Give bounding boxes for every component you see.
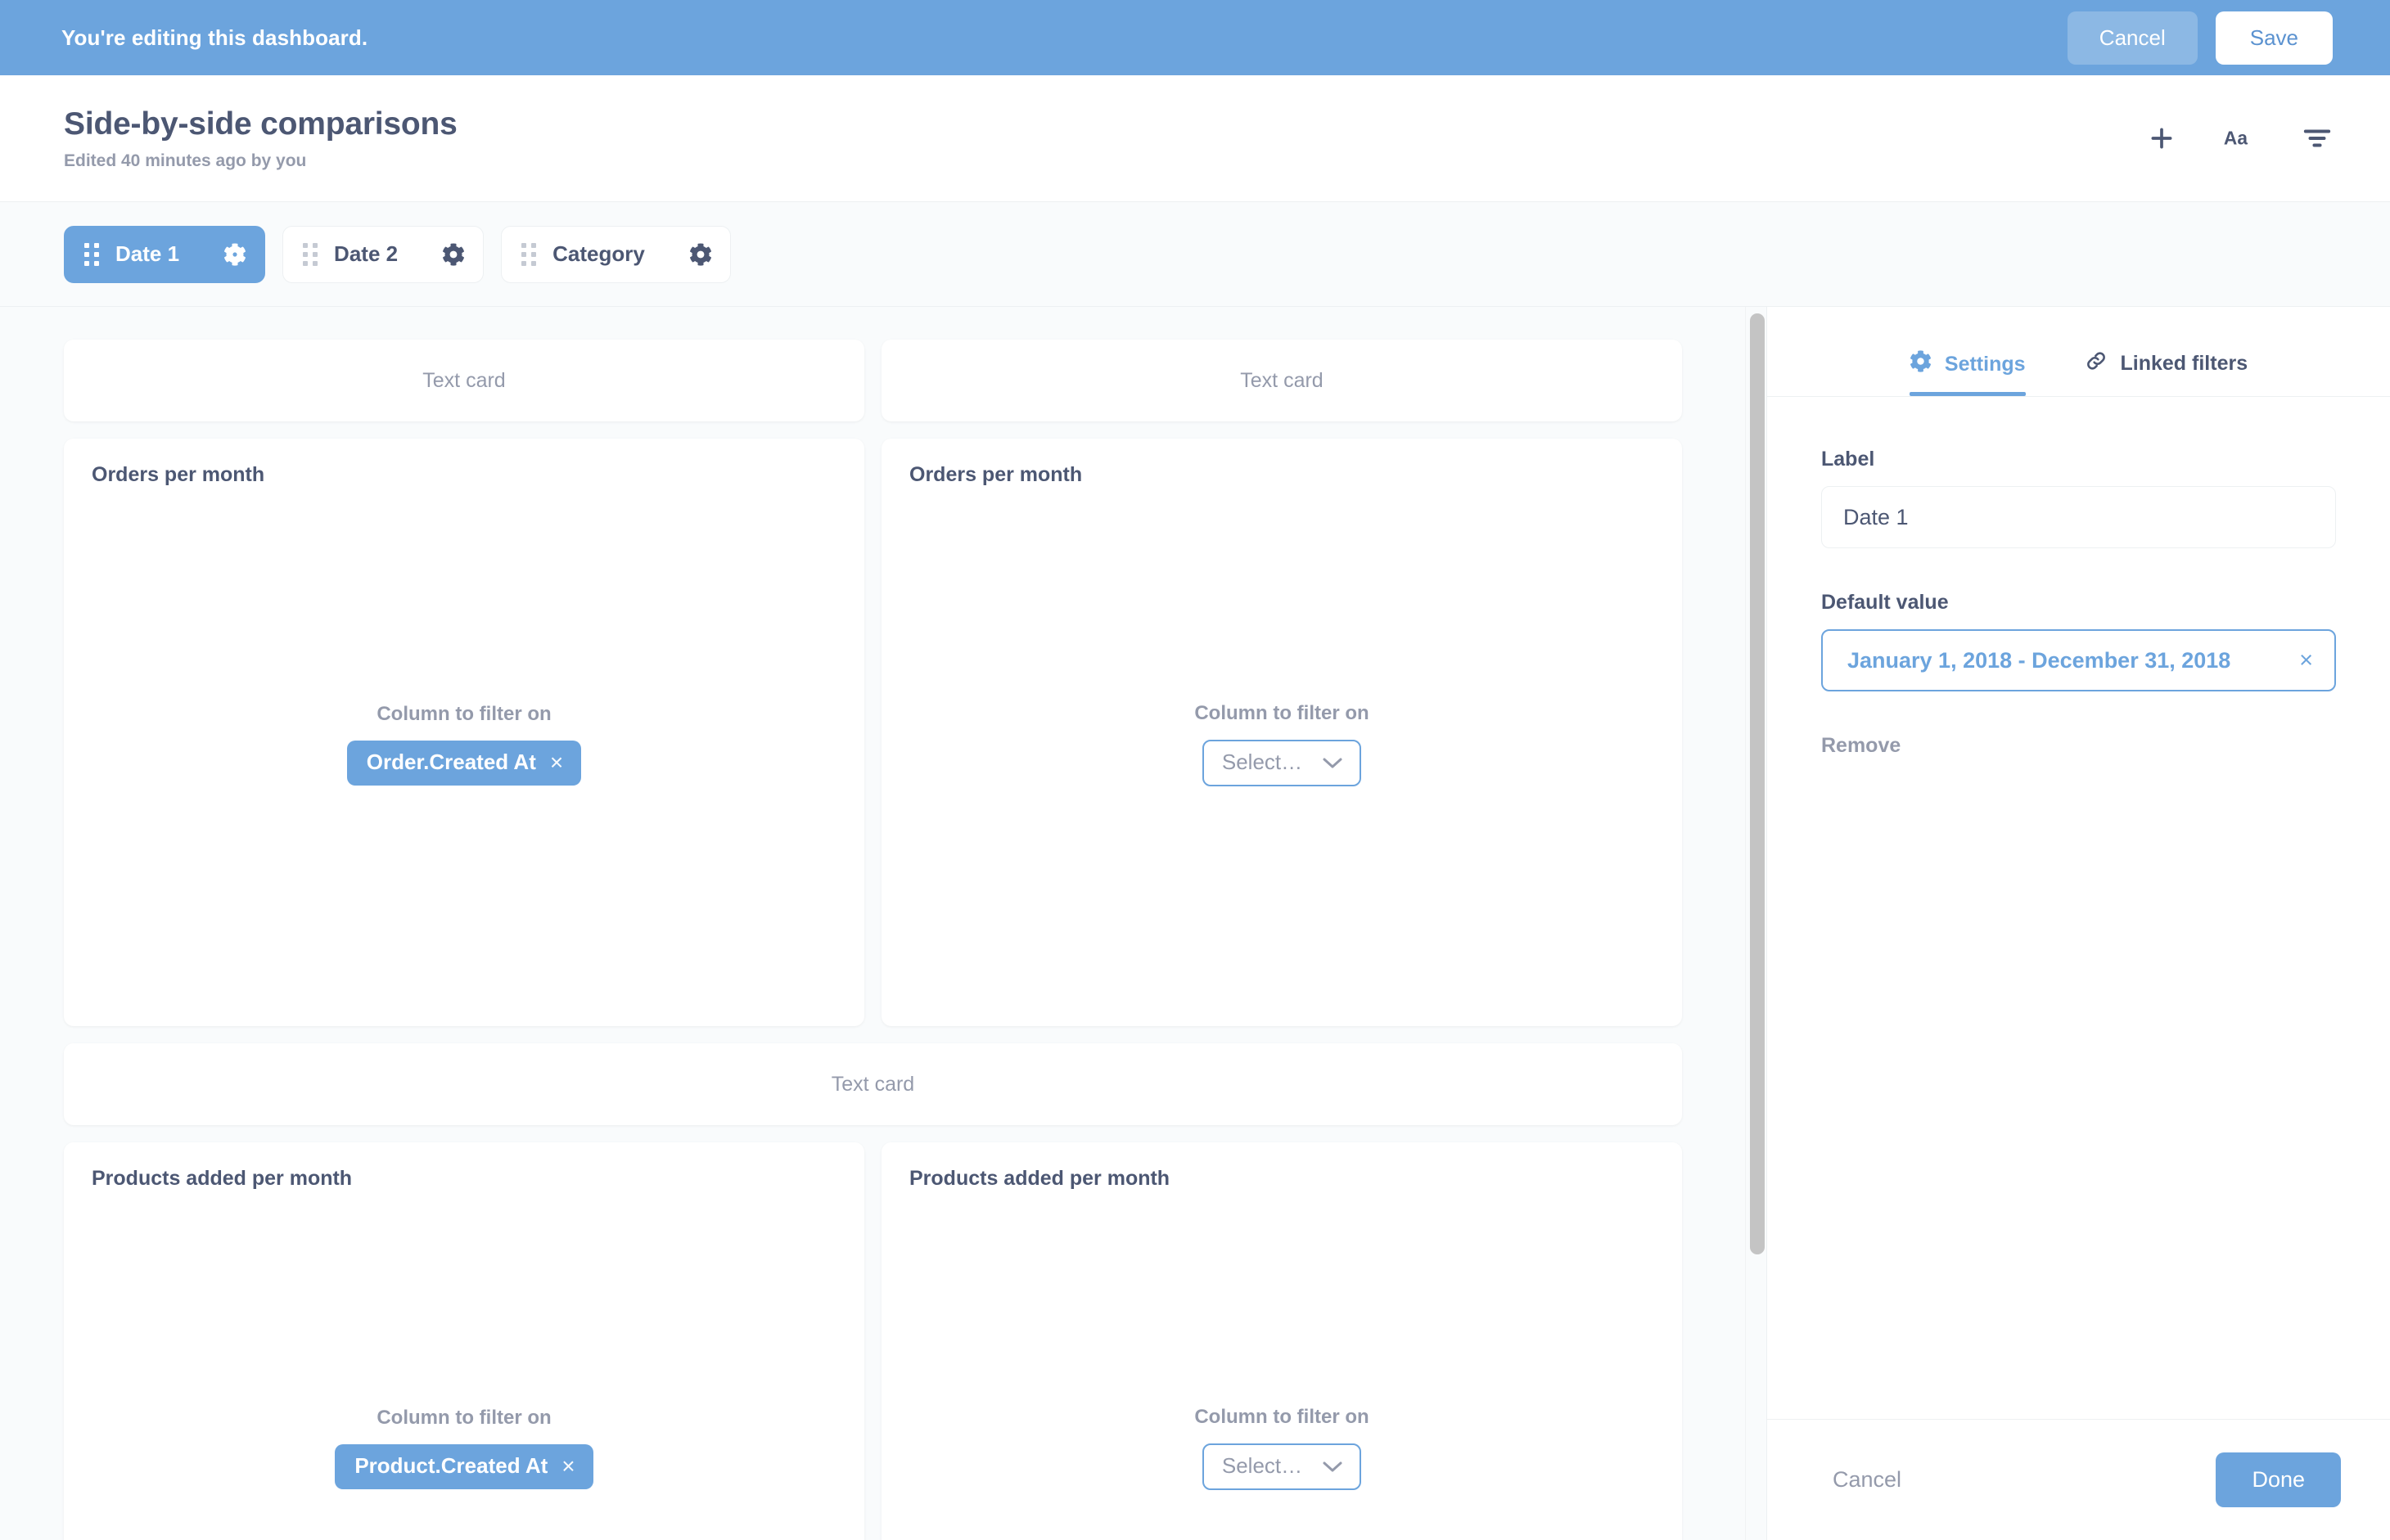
- text-card-label: Text card: [422, 368, 506, 392]
- dashboard-row: Orders per month Column to filter on Ord…: [64, 439, 1745, 1026]
- dashboard-row: Text card: [64, 1043, 1745, 1125]
- tab-label: Settings: [1944, 352, 2026, 376]
- text-card[interactable]: Text card: [64, 1043, 1682, 1125]
- link-icon: [2085, 349, 2108, 378]
- filter-pill-category[interactable]: Category: [501, 225, 731, 283]
- close-icon[interactable]: ×: [550, 750, 563, 774]
- text-card-label: Text card: [1240, 368, 1324, 392]
- default-value-picker[interactable]: January 1, 2018 - December 31, 2018 ×: [1821, 629, 2336, 691]
- column-select-placeholder: Select…: [1221, 1453, 1303, 1478]
- sidebar-cancel-button[interactable]: Cancel: [1833, 1467, 1901, 1493]
- card-filter-mapping: Column to filter on Select…: [909, 1191, 1654, 1540]
- label-input[interactable]: [1821, 486, 2336, 548]
- dashboard-row: Text card Text card: [64, 340, 1745, 421]
- filter-icon[interactable]: [2303, 128, 2331, 149]
- page-title[interactable]: Side-by-side comparisons: [64, 106, 458, 144]
- mapped-column-label: Product.Created At: [354, 1453, 548, 1478]
- filter-settings-sidebar: Settings Linked filters Label Default va…: [1766, 307, 2390, 1540]
- card-title: Orders per month: [92, 463, 265, 486]
- remove-filter-link[interactable]: Remove: [1821, 734, 1901, 758]
- card-title: Products added per month: [909, 1167, 1170, 1190]
- dashboard-card-orders-right[interactable]: Orders per month Column to filter on Sel…: [882, 439, 1682, 1026]
- canvas-scrollbar-thumb[interactable]: [1750, 313, 1765, 1254]
- column-to-filter-on-label: Column to filter on: [1194, 702, 1369, 724]
- filter-pill-date-2[interactable]: Date 2: [282, 225, 485, 283]
- card-filter-mapping: Column to filter on Product.Created At ×: [92, 1191, 836, 1540]
- card-title: Products added per month: [92, 1167, 353, 1190]
- gear-icon[interactable]: [196, 242, 246, 266]
- card-filter-mapping: Column to filter on Select…: [909, 487, 1654, 1002]
- card-filter-mapping: Column to filter on Order.Created At ×: [92, 487, 836, 1002]
- dashboard-header-actions: Aa: [2148, 124, 2331, 152]
- column-to-filter-on-label: Column to filter on: [377, 1407, 552, 1429]
- sidebar-settings-body: Label Default value January 1, 2018 - De…: [1767, 397, 2390, 1419]
- filter-pill-label: Date 2: [334, 241, 399, 266]
- tab-linked-filters[interactable]: Linked filters: [2085, 349, 2248, 396]
- filter-pill-date-1[interactable]: Date 1: [64, 225, 266, 283]
- clear-default-value-icon[interactable]: ×: [2299, 648, 2313, 673]
- text-card[interactable]: Text card: [882, 340, 1682, 421]
- dashboard-header: Side-by-side comparisons Edited 40 minut…: [0, 75, 2390, 202]
- mapped-column-label: Order.Created At: [366, 750, 536, 774]
- column-select-dropdown[interactable]: Select…: [1202, 740, 1362, 786]
- canvas-scrollbar[interactable]: [1745, 307, 1766, 1540]
- text-card-label: Text card: [831, 1072, 915, 1096]
- default-value-field-label: Default value: [1821, 591, 1949, 614]
- card-title: Orders per month: [909, 463, 1083, 486]
- sidebar-tabs: Settings Linked filters: [1767, 307, 2390, 397]
- drag-handle-icon[interactable]: [521, 242, 537, 266]
- save-dashboard-button[interactable]: Save: [2215, 11, 2333, 65]
- tab-label: Linked filters: [2120, 352, 2248, 375]
- dashboard-body: Text card Text card Orders per month Col…: [0, 307, 2390, 1540]
- edit-mode-banner: You're editing this dashboard. Cancel Sa…: [0, 0, 2390, 75]
- sidebar-done-button[interactable]: Done: [2216, 1452, 2341, 1507]
- dashboard-card-orders-left[interactable]: Orders per month Column to filter on Ord…: [64, 439, 864, 1026]
- dashboard-card-products-right[interactable]: Products added per month Column to filte…: [882, 1142, 1682, 1540]
- sidebar-footer: Cancel Done: [1767, 1419, 2390, 1540]
- text-card-icon[interactable]: Aa: [2223, 126, 2256, 151]
- column-select-dropdown[interactable]: Select…: [1202, 1443, 1362, 1490]
- filter-bar: Date 1 Date 2 Category: [0, 202, 2390, 307]
- column-to-filter-on-label: Column to filter on: [377, 703, 552, 725]
- gear-icon: [1910, 350, 1932, 378]
- close-icon[interactable]: ×: [561, 1454, 575, 1478]
- mapped-column-pill[interactable]: Order.Created At ×: [346, 741, 582, 786]
- default-value-text: January 1, 2018 - December 31, 2018: [1847, 647, 2231, 673]
- gear-icon[interactable]: [414, 242, 465, 266]
- column-to-filter-on-label: Column to filter on: [1194, 1406, 1369, 1428]
- gear-icon[interactable]: [661, 242, 712, 266]
- dashboard-card-products-left[interactable]: Products added per month Column to filte…: [64, 1142, 864, 1540]
- filter-pill-label: Category: [552, 241, 645, 266]
- dashboard-edited-info: Edited 40 minutes ago by you: [64, 151, 307, 171]
- drag-handle-icon[interactable]: [84, 242, 99, 266]
- plus-icon[interactable]: [2148, 124, 2176, 152]
- dashboard-canvas: Text card Text card Orders per month Col…: [0, 307, 1745, 1540]
- svg-text:Aa: Aa: [2224, 127, 2248, 148]
- drag-handle-icon[interactable]: [303, 242, 318, 266]
- tab-settings[interactable]: Settings: [1909, 350, 2026, 396]
- cancel-edit-button[interactable]: Cancel: [2067, 11, 2198, 65]
- edit-mode-actions: Cancel Save: [2067, 11, 2333, 65]
- label-field-label: Label: [1821, 448, 1875, 471]
- edit-mode-message: You're editing this dashboard.: [61, 25, 368, 50]
- column-select-placeholder: Select…: [1221, 750, 1303, 774]
- mapped-column-pill[interactable]: Product.Created At ×: [335, 1444, 593, 1489]
- dashboard-row: Products added per month Column to filte…: [64, 1142, 1745, 1540]
- chevron-down-icon: [1322, 1453, 1343, 1479]
- chevron-down-icon: [1322, 750, 1343, 775]
- text-card[interactable]: Text card: [64, 340, 864, 421]
- dashboard-title-block: Side-by-side comparisons Edited 40 minut…: [64, 106, 458, 172]
- filter-pill-label: Date 1: [115, 241, 180, 266]
